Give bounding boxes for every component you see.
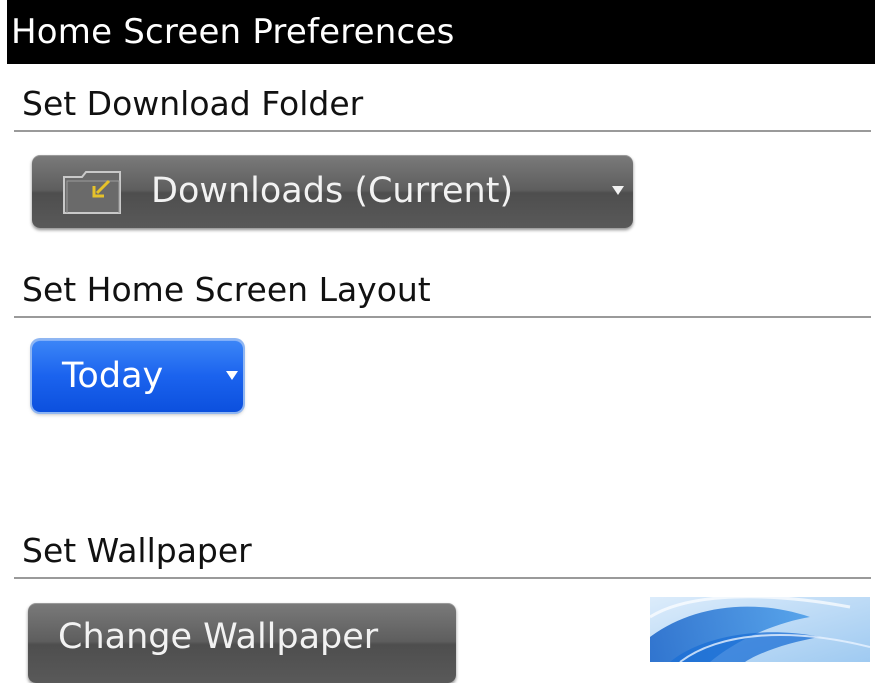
change-wallpaper-button[interactable]: Change Wallpaper [28, 603, 456, 683]
chevron-down-icon [612, 186, 624, 195]
layout-dropdown[interactable]: Today [32, 340, 243, 412]
wallpaper-label: Set Wallpaper [22, 531, 252, 570]
layout-value: Today [62, 356, 164, 396]
section-divider [14, 316, 871, 318]
chevron-down-icon [226, 371, 238, 380]
layout-label: Set Home Screen Layout [22, 270, 431, 309]
section-divider [14, 577, 871, 579]
change-wallpaper-label: Change Wallpaper [58, 617, 379, 657]
download-folder-dropdown[interactable]: Downloads (Current) [32, 155, 633, 228]
download-folder-value: Downloads (Current) [151, 171, 514, 211]
folder-download-icon [62, 169, 124, 219]
section-divider [14, 130, 871, 132]
wallpaper-thumbnail[interactable] [650, 597, 870, 662]
download-folder-label: Set Download Folder [22, 84, 364, 123]
screen-title: Home Screen Preferences [7, 0, 875, 64]
